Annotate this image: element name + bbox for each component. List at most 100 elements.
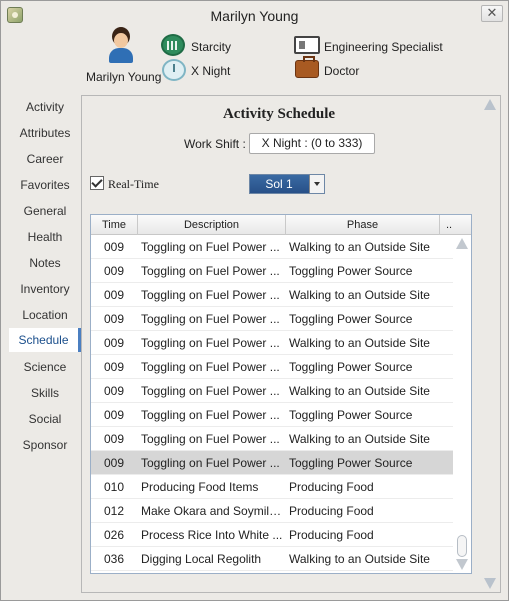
cell-phase: Producing Food: [289, 480, 374, 494]
cell-description: Toggling on Fuel Power ...: [141, 312, 280, 326]
table-row[interactable]: 026 Process Rice Into White ... Producin…: [91, 523, 453, 547]
cell-description: Toggling on Fuel Power ...: [141, 240, 280, 254]
table-row[interactable]: 009 Toggling on Fuel Power ... Walking t…: [91, 427, 453, 451]
panel-scrollbar[interactable]: [481, 97, 499, 591]
person-name: Marilyn Young: [86, 70, 162, 84]
table-scrollbar[interactable]: [453, 235, 471, 573]
cell-description: Toggling on Fuel Power ...: [141, 360, 280, 374]
table-row[interactable]: 009 Toggling on Fuel Power ... Toggling …: [91, 259, 453, 283]
table-row[interactable]: 009 Toggling on Fuel Power ... Toggling …: [91, 355, 453, 379]
table-row[interactable]: 009 Toggling on Fuel Power ... Walking t…: [91, 379, 453, 403]
table-row[interactable]: 010 Producing Food Items Producing Food: [91, 475, 453, 499]
cell-phase: Toggling Power Source: [289, 264, 413, 278]
close-button[interactable]: ✕: [481, 5, 503, 22]
scroll-down-icon[interactable]: [484, 578, 496, 589]
scroll-down-icon[interactable]: [456, 559, 468, 570]
cell-description: Toggling on Fuel Power ...: [141, 264, 280, 278]
shift-name: X Night: [191, 64, 231, 78]
column-header-description[interactable]: Description: [138, 215, 286, 235]
table-header: Time Description Phase ..: [91, 215, 471, 235]
cell-time: 009: [103, 456, 125, 470]
table-row[interactable]: 009 Toggling on Fuel Power ... Walking t…: [91, 331, 453, 355]
scroll-up-icon[interactable]: [456, 238, 468, 249]
cell-phase: Walking to an Outside Site: [289, 240, 430, 254]
sidebar-item-sponsor[interactable]: Sponsor: [9, 433, 81, 457]
cell-time: 009: [103, 288, 125, 302]
profile-header: Marilyn Young Starcity X Night Engineeri…: [1, 29, 508, 87]
cell-time: 012: [103, 504, 125, 518]
window-title: Marilyn Young: [210, 8, 299, 24]
sol-value: Sol 1: [265, 177, 293, 191]
sidebar-item-attributes[interactable]: Attributes: [9, 121, 81, 145]
cell-description: Process Rice Into White ...: [141, 528, 283, 542]
cell-phase: Producing Food: [289, 504, 374, 518]
cell-phase: Walking to an Outside Site: [289, 288, 430, 302]
work-shift-label: Work Shift :: [184, 137, 246, 151]
cell-description: Toggling on Fuel Power ...: [141, 432, 280, 446]
cell-time: 009: [103, 264, 125, 278]
cell-time: 009: [103, 240, 125, 254]
job-title: Engineering Specialist: [324, 40, 443, 54]
schedule-table: Time Description Phase .. 009 Toggling o…: [90, 214, 472, 574]
sidebar-item-activity[interactable]: Activity: [9, 95, 81, 119]
title-bar[interactable]: Marilyn Young ✕: [1, 1, 508, 29]
cell-phase: Toggling Power Source: [289, 312, 413, 326]
sidebar-item-notes[interactable]: Notes: [9, 251, 81, 275]
table-row-selected[interactable]: 009 Toggling on Fuel Power ... Toggling …: [91, 451, 453, 475]
briefcase-icon: [295, 56, 319, 78]
cell-time: 009: [103, 432, 125, 446]
cell-phase: Walking to an Outside Site: [289, 552, 430, 566]
cell-phase: Walking to an Outside Site: [289, 384, 430, 398]
realtime-checkbox[interactable]: [90, 176, 104, 190]
table-row[interactable]: 012 Make Okara and Soymilk... Producing …: [91, 499, 453, 523]
scroll-up-icon[interactable]: [484, 99, 496, 110]
sidebar-item-inventory[interactable]: Inventory: [9, 277, 81, 301]
sol-dropdown[interactable]: Sol 1: [249, 174, 325, 194]
cell-description: Toggling on Fuel Power ...: [141, 336, 280, 350]
cell-description: Toggling on Fuel Power ...: [141, 288, 280, 302]
cell-time: 010: [103, 480, 125, 494]
table-row[interactable]: 009 Toggling on Fuel Power ... Walking t…: [91, 235, 453, 259]
person-window: Marilyn Young ✕ Marilyn Young Starcity X…: [0, 0, 509, 601]
realtime-label[interactable]: Real-Time: [108, 177, 159, 192]
sidebar-item-schedule[interactable]: Schedule: [9, 328, 81, 352]
avatar: [107, 31, 135, 63]
cell-phase: Walking to an Outside Site: [289, 336, 430, 350]
chevron-down-icon[interactable]: [309, 175, 324, 193]
cell-time: 026: [103, 528, 125, 542]
close-icon: ✕: [486, 5, 498, 20]
cell-time: 036: [103, 552, 125, 566]
sidebar-item-social[interactable]: Social: [9, 407, 81, 431]
column-header-time[interactable]: Time: [91, 215, 138, 235]
table-row[interactable]: 009 Toggling on Fuel Power ... Toggling …: [91, 403, 453, 427]
sidebar-item-location[interactable]: Location: [9, 303, 81, 327]
sidebar-item-career[interactable]: Career: [9, 147, 81, 171]
cell-phase: Toggling Power Source: [289, 360, 413, 374]
cell-time: 009: [103, 384, 125, 398]
sidebar-item-skills[interactable]: Skills: [9, 381, 81, 405]
sidebar-item-general[interactable]: General: [9, 199, 81, 223]
table-row[interactable]: 009 Toggling on Fuel Power ... Walking t…: [91, 283, 453, 307]
column-header-phase[interactable]: Phase: [286, 215, 440, 235]
work-shift-field: X Night : (0 to 333): [249, 133, 375, 154]
settlement-name: Starcity: [191, 40, 232, 54]
cell-description: Toggling on Fuel Power ...: [141, 408, 280, 422]
sidebar-item-favorites[interactable]: Favorites: [9, 173, 81, 197]
cell-phase: Toggling Power Source: [289, 408, 413, 422]
cell-description: Toggling on Fuel Power ...: [141, 456, 280, 470]
cell-time: 009: [103, 408, 125, 422]
table-row[interactable]: 009 Toggling on Fuel Power ... Toggling …: [91, 307, 453, 331]
sidebar-item-health[interactable]: Health: [9, 225, 81, 249]
cell-time: 009: [103, 336, 125, 350]
cell-description: Producing Food Items: [141, 480, 259, 494]
cell-time: 009: [103, 360, 125, 374]
settlement-icon: [161, 34, 185, 56]
table-row[interactable]: 036 Digging Local Regolith Walking to an…: [91, 547, 453, 571]
schedule-panel: Activity Schedule Work Shift : X Night :…: [81, 95, 501, 593]
sidebar-item-science[interactable]: Science: [9, 355, 81, 379]
scroll-thumb[interactable]: [457, 535, 467, 557]
cell-phase: Toggling Power Source: [289, 456, 413, 470]
id-card-icon: [294, 36, 320, 54]
cell-description: Toggling on Fuel Power ...: [141, 384, 280, 398]
column-header-more[interactable]: ..: [440, 215, 458, 235]
